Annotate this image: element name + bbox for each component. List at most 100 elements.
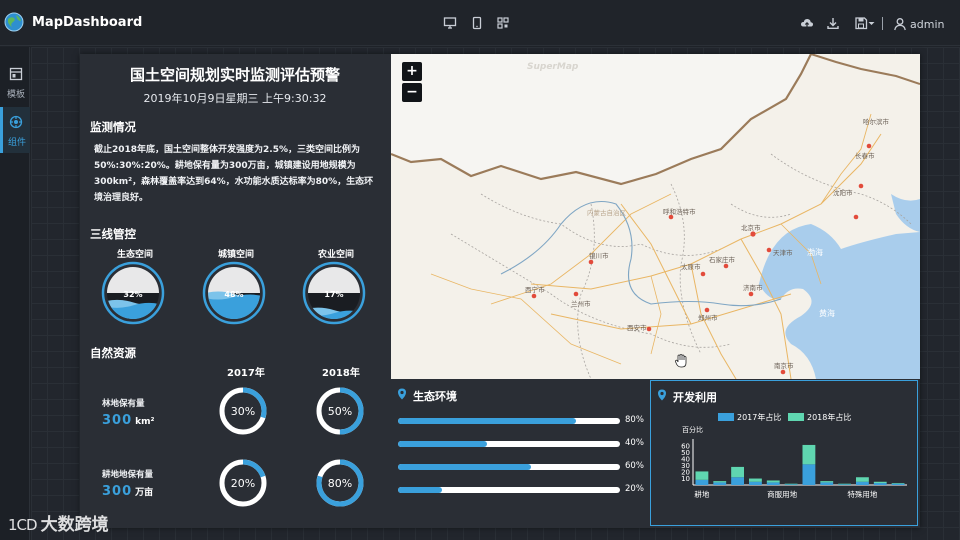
resource-value-number: 300 <box>102 484 133 499</box>
section-title-natural-resources: 自然资源 <box>90 346 136 360</box>
bar-segment-2017 <box>731 477 745 485</box>
map-city-label: 西宁市 <box>525 286 545 294</box>
chevron-down-icon[interactable] <box>867 16 876 30</box>
bar-segment-2017 <box>748 481 762 485</box>
download-icon[interactable] <box>826 16 840 30</box>
globe-logo-icon <box>4 12 24 32</box>
bar-segment-2017 <box>713 482 727 485</box>
bar-segment-2018 <box>695 471 709 480</box>
y-tick-label: 60 <box>681 443 690 451</box>
map-view[interactable]: 哈尔滨市 长春市 沈阳市 呼和浩特市 北京市 天津市 太原市 石家庄市 银川市 … <box>391 54 920 379</box>
qrcode-icon[interactable] <box>496 16 510 30</box>
section-title-three-lines: 三线管控 <box>90 227 136 241</box>
map-sea-label: 黄海 <box>819 309 835 318</box>
map-city-label: 南京市 <box>774 362 794 370</box>
app-title: MapDashboard <box>32 15 143 30</box>
bar-segment-2017 <box>873 483 887 485</box>
ring-forest-2017: 30% <box>219 387 267 435</box>
zoom-out-button[interactable]: − <box>402 83 422 102</box>
resource-value-number: 300 <box>102 413 133 428</box>
bar-segment-2018 <box>766 480 780 483</box>
map-pin-icon <box>398 388 406 400</box>
hand-cursor-icon <box>675 354 687 368</box>
dev-panel[interactable]: 开发利用 2017年占比 2018年占比 百分比 10 20 30 40 50 60 耕地商… <box>650 380 918 526</box>
dashboard-datetime: 2019年10月9日星期三 上午9:30:32 <box>143 92 327 105</box>
bar-segment-2017 <box>891 483 905 485</box>
user-icon[interactable] <box>893 17 907 31</box>
wave-value: 48% <box>224 290 243 299</box>
bar-segment-2018 <box>838 483 852 485</box>
bar-segment-2018 <box>802 444 816 465</box>
ring-value: 80% <box>328 477 352 490</box>
bar-segment-2018 <box>855 477 869 482</box>
wave-gauge-urban: 48% <box>202 261 266 325</box>
map-city-label: 石家庄市 <box>709 256 735 264</box>
bar-segment-2018 <box>748 478 762 482</box>
bar-segment-2017 <box>838 484 852 485</box>
map-city-label: 沈阳市 <box>833 189 853 197</box>
x-tick-label: 商服用地 <box>767 489 797 499</box>
development-bar-chart: 102030405060耕地 商服用地 特殊用地 <box>681 439 907 499</box>
eco-panel[interactable]: 生态环境 80% 40% 60% 20% <box>391 380 649 528</box>
x-tick-label: 特殊用地 <box>847 489 877 499</box>
map-basemap <box>391 54 920 379</box>
progress-fill <box>398 487 443 493</box>
bar-segment-2017 <box>784 484 798 485</box>
user-name[interactable]: admin <box>910 18 944 31</box>
watermark-text: 大数跨境 <box>40 515 109 535</box>
section-title-monitoring: 监测情况 <box>90 120 136 134</box>
wave-label-agriculture: 农业空间 <box>317 250 354 260</box>
zoom-in-button[interactable]: + <box>402 62 422 81</box>
top-bar: MapDashboard admin <box>0 0 960 46</box>
ring-farmland-2018: 80% <box>316 459 364 507</box>
upload-cloud-icon[interactable] <box>800 16 814 30</box>
wave-value: 32% <box>123 290 142 299</box>
sidebar-item-component[interactable]: 组件 <box>0 107 30 153</box>
map-city-label: 太原市 <box>681 263 701 271</box>
map-city-label: 天津市 <box>773 249 793 257</box>
bar-segment-2018 <box>873 481 887 484</box>
ring-value: 50% <box>328 405 352 418</box>
resource-name-forest: 林地保有量 <box>102 399 145 409</box>
map-sea-label: 渤海 <box>807 248 823 257</box>
progress-label: 20% <box>625 484 644 494</box>
progress-fill <box>398 441 487 447</box>
x-tick-label: 耕地 <box>694 489 709 499</box>
eco-panel-title: 生态环境 <box>413 390 457 403</box>
wave-value: 17% <box>324 290 343 299</box>
column-header-2018: 2018年 <box>322 368 360 379</box>
dashboard-card[interactable]: 国土空间规划实时监测评估预警 2019年10月9日星期三 上午9:30:32 监… <box>80 54 920 528</box>
progress-fill <box>398 418 576 424</box>
progress-bar <box>398 464 620 470</box>
column-header-2017: 2017年 <box>227 368 265 379</box>
ring-value: 20% <box>231 477 255 490</box>
brand-watermark: 1CD 大数跨境 <box>8 510 109 535</box>
desktop-icon[interactable] <box>443 16 457 30</box>
sidebar-item-label: 模板 <box>6 90 25 100</box>
resource-value-unit: km² <box>135 417 155 427</box>
wave-gauge-agriculture: 17% <box>302 261 366 325</box>
ring-forest-2018: 50% <box>316 387 364 435</box>
sidebar-item-label: 组件 <box>7 138 26 148</box>
resource-value-farmland: 300 万亩 <box>102 484 153 499</box>
wave-gauge-ecology: 32% <box>101 261 165 325</box>
map-city-label: 郑州市 <box>698 314 718 322</box>
sidebar-item-template[interactable]: 模板 <box>0 59 30 105</box>
map-city-label: 哈尔滨市 <box>863 118 889 126</box>
bar-segment-2018 <box>713 481 727 483</box>
map-city-label: 北京市 <box>741 224 761 232</box>
map-city-label: 长春市 <box>855 152 875 160</box>
bar-segment-2018 <box>891 483 905 484</box>
progress-label: 80% <box>625 415 644 425</box>
ring-value: 30% <box>231 405 255 418</box>
watermark-logo: 1CD <box>8 516 38 534</box>
map-city-label: 济南市 <box>743 284 763 292</box>
map-watermark: SuperMap <box>527 62 579 72</box>
progress-label: 40% <box>625 438 644 448</box>
left-panel: 国土空间规划实时监测评估预警 2019年10月9日星期三 上午9:30:32 监… <box>80 54 390 528</box>
save-icon[interactable] <box>854 16 868 30</box>
toolbar-divider <box>882 17 883 30</box>
bar-segment-2018 <box>731 466 745 478</box>
tablet-icon[interactable] <box>470 16 484 30</box>
bar-segment-2017 <box>820 482 834 485</box>
